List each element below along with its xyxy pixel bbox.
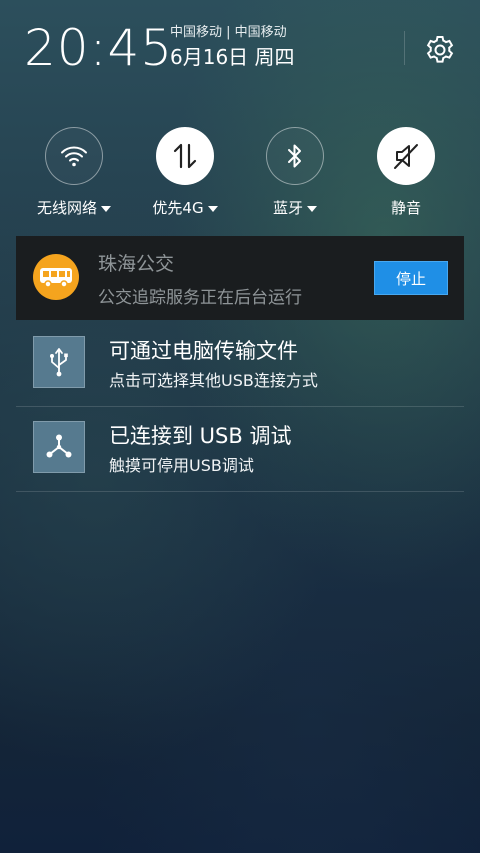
bluetooth-label-text: 蓝牙 xyxy=(272,199,303,217)
mute-label[interactable]: 静音 xyxy=(361,197,451,218)
stop-button[interactable]: 停止 xyxy=(374,261,448,295)
mute-toggle-button[interactable] xyxy=(377,127,435,185)
toggle-bluetooth[interactable]: 蓝牙 xyxy=(250,127,340,218)
carrier-label: 中国移动 | 中国移动 xyxy=(170,25,287,40)
mobile-data-dropdown-caret-icon[interactable] xyxy=(207,205,218,212)
usb-debug-text: 触摸可停用USB调试 xyxy=(109,456,254,475)
bus-notification-text: 公交追踪服务正在后台运行 xyxy=(98,288,302,308)
usb-transfer-title: 可通过电脑传输文件 xyxy=(109,339,298,363)
usb-transfer-app-icon xyxy=(33,336,85,388)
header-divider xyxy=(404,31,405,65)
usb-debug-notification[interactable]: 已连接到 USB 调试 触摸可停用USB调试 xyxy=(16,407,464,492)
usb-icon xyxy=(50,348,68,377)
usb-debug-app-icon xyxy=(33,421,85,473)
toggle-mute[interactable]: 静音 xyxy=(361,127,451,218)
usb-debug-title: 已连接到 USB 调试 xyxy=(109,424,292,448)
mobile-data-label-text: 优先4G xyxy=(152,199,204,217)
usb-debug-icon xyxy=(46,434,72,458)
toggle-wifi[interactable]: 无线网络 xyxy=(29,127,119,218)
wifi-toggle-button[interactable] xyxy=(45,127,103,185)
bluetooth-toggle-button[interactable] xyxy=(266,127,324,185)
toggle-mobile-data[interactable]: 优先4G xyxy=(140,127,230,218)
bluetooth-dropdown-caret-icon[interactable] xyxy=(307,205,317,212)
wifi-dropdown-caret-icon[interactable] xyxy=(101,205,111,212)
mobile-data-arrows-icon xyxy=(173,143,197,169)
usb-transfer-notification[interactable]: 可通过电脑传输文件 点击可选择其他USB连接方式 xyxy=(16,322,464,407)
clock: 20:45 xyxy=(24,19,174,77)
mute-label-text: 静音 xyxy=(390,199,421,217)
usb-transfer-text: 点击可选择其他USB连接方式 xyxy=(109,371,318,390)
gear-icon xyxy=(426,36,454,63)
bus-app-icon xyxy=(33,254,79,300)
bus-notification-title: 珠海公交 xyxy=(98,253,175,275)
wifi-label-text: 无线网络 xyxy=(36,199,97,217)
settings-button[interactable] xyxy=(422,32,458,68)
wifi-icon xyxy=(61,146,87,167)
speaker-muted-icon xyxy=(394,144,418,169)
mobile-data-label[interactable]: 优先4G xyxy=(140,197,230,218)
bluetooth-label[interactable]: 蓝牙 xyxy=(250,197,340,218)
wifi-label[interactable]: 无线网络 xyxy=(29,197,119,218)
bus-notification[interactable]: 珠海公交 公交追踪服务正在后台运行 停止 xyxy=(16,236,464,320)
bus-icon xyxy=(40,268,72,288)
date-label: 6月16日 周四 xyxy=(170,45,295,69)
mobile-data-toggle-button[interactable] xyxy=(156,127,214,185)
bluetooth-icon xyxy=(288,144,301,168)
